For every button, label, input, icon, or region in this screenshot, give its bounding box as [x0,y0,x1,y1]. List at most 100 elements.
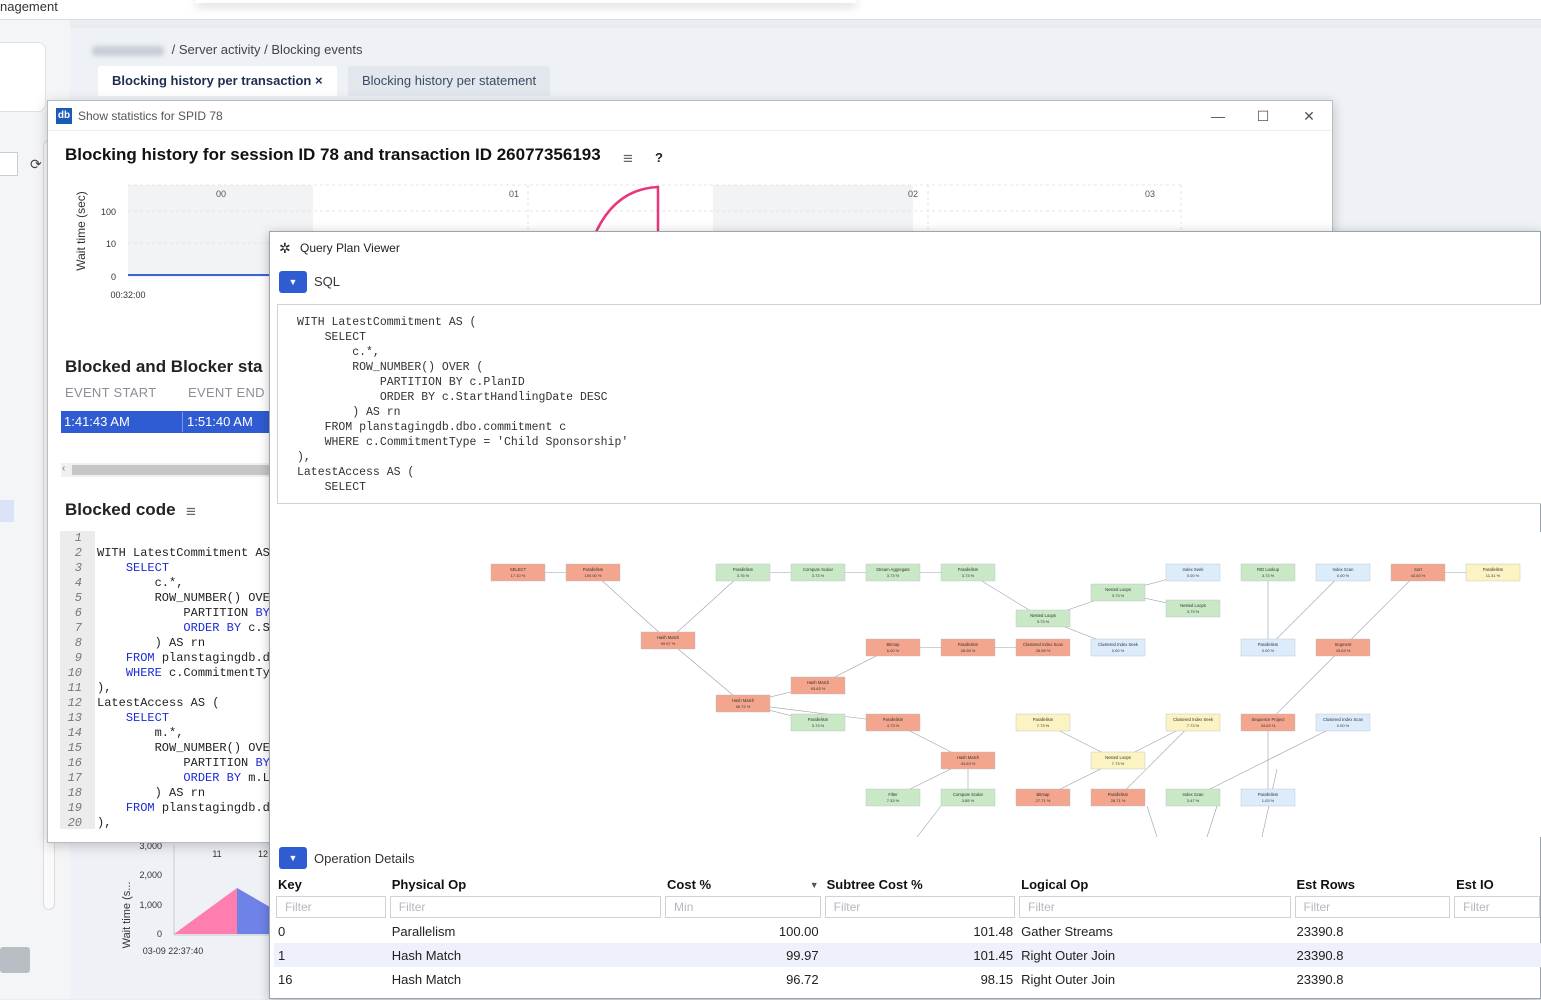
sidebar-input[interactable] [0,152,18,176]
filter-est-io-input[interactable]: Filter [1454,896,1540,918]
plan-node[interactable]: Nested Loops3.73 % [1090,583,1146,602]
plan-edge [916,805,942,837]
help-icon[interactable]: ? [655,150,663,165]
filter-subtree-cost-input[interactable]: Filter [824,896,1016,918]
scroll-left-icon[interactable]: ‹ [62,463,65,474]
scrollbar-thumb[interactable] [72,465,292,475]
plan-node[interactable]: Clustered Index Scan28.95 % [1015,638,1071,657]
plan-node[interactable]: Bitmap6.00 % [865,638,921,657]
cell-est-io [1452,943,1541,967]
plan-node[interactable]: Nested Loops3.73 % [1165,599,1221,618]
operation-details-toggle-button[interactable]: ▼ [279,847,307,869]
cell-key: 0 [278,923,286,939]
plan-node[interactable]: Parallelism28.71 % [1090,788,1146,807]
cell-logical-op: Gather Streams [1021,923,1113,939]
plan-node[interactable]: Hash Match43.63 % [940,751,996,770]
plan-node[interactable]: Index Scan3.47 % [1165,788,1221,807]
table-row[interactable]: 1 Hash Match 99.97 101.45 Right Outer Jo… [274,943,1541,967]
breadcrumb-server-activity[interactable]: Server activity [179,42,261,57]
plan-node[interactable]: SELECT17.10 % [490,563,546,582]
hamburger-menu-icon[interactable]: ≡ [186,502,196,522]
plan-node[interactable]: Parallelism7.73 % [1015,713,1071,732]
plan-node[interactable]: Parallelism4.73 % [865,713,921,732]
chat-icon[interactable] [0,947,30,973]
plan-node-name: Clustered Index Scan [1023,642,1064,647]
plan-node[interactable]: Compute Scalar3.85 % [940,788,996,807]
plan-node[interactable]: Parallelism3.76 % [715,563,771,582]
plan-node[interactable]: Clustered Index Seek0.00 % [1090,638,1146,657]
plan-node[interactable]: Nested Loops7.73 % [1090,751,1146,770]
col-physical-op[interactable]: Physical Op [388,874,663,895]
plan-node[interactable]: Parallelism1.03 % [1240,788,1296,807]
plan-node-cost: 0.00 % [1187,573,1200,578]
sql-toggle-button[interactable]: ▼ [279,271,307,293]
code-text: ROW_NUMBER() OVE [97,741,270,756]
close-button[interactable]: ✕ [1294,105,1324,127]
sql-text: WITH LatestCommitment AS ( SELECT c.*, R… [297,316,629,494]
col-est-rows[interactable]: Est Rows [1293,874,1453,895]
plan-node[interactable]: Index Seek0.00 % [1165,563,1221,582]
col-logical-op[interactable]: Logical Op [1017,874,1292,895]
filter-cost-min-input[interactable]: Min [665,896,821,918]
col-event-end[interactable]: EVENT END [188,385,265,400]
plan-node[interactable]: Nested Loops3.73 % [1015,609,1071,628]
bg-wait-chart: Wait time (s... 3,000 2,000 1,000 0 11 1… [121,841,275,956]
code-text: ORDER BY c.S [97,621,269,636]
plan-node[interactable]: Parallelism3.73 % [940,563,996,582]
chart-top-tick: 02 [908,189,918,199]
query-plan-diagram[interactable]: SELECT17.10 % Parallelism100.00 % Hash Mat… [277,532,1541,837]
sql-text-panel[interactable]: WITH LatestCommitment AS ( SELECT c.*, R… [277,304,1541,504]
refresh-icon[interactable]: ⟳ [30,156,42,173]
plan-node[interactable]: Parallelism28.95 % [940,638,996,657]
plan-node[interactable]: Hash Match93.63 % [790,676,846,695]
plan-node[interactable]: Sequence Project43.63 % [1240,713,1296,732]
plan-node[interactable]: Bitmap27.71 % [1015,788,1071,807]
tab-close-icon[interactable]: × [315,73,323,88]
tab-blocking-per-statement[interactable]: Blocking history per statement [348,66,551,96]
plan-node[interactable]: Index Scan0.00 % [1315,563,1371,582]
plan-node[interactable]: Parallelism3.73 % [790,713,846,732]
table-row[interactable]: 0 Parallelism 100.00 101.48 Gather Strea… [274,919,1541,943]
hamburger-menu-icon[interactable]: ≡ [623,149,633,169]
filter-est-rows-input[interactable]: Filter [1294,896,1451,918]
tab-blocking-per-transaction[interactable]: Blocking history per transaction × [98,66,337,96]
minimize-button[interactable]: — [1203,105,1233,127]
plan-node[interactable]: Segment43.63 % [1315,638,1371,657]
plan-edge [1267,647,1344,723]
plan-node[interactable]: Clustered Index Seek7.73 % [1165,713,1221,732]
plan-node[interactable]: Parallelism100.00 % [565,563,621,582]
col-subtree-cost[interactable]: Subtree Cost % [823,874,1018,895]
plan-node[interactable]: Parallelism0.00 % [1240,638,1296,657]
plan-node[interactable]: Hash Match96.72 % [715,694,771,713]
filter-physical-op-input[interactable]: Filter [389,896,662,918]
sidebar-selected-item[interactable] [0,500,14,522]
sql-section-label: SQL [314,274,341,289]
filter-key-input[interactable]: Filter [276,896,386,918]
sort-desc-icon[interactable]: ▼ [810,880,819,890]
table-row[interactable]: 16 Hash Match 96.72 98.15 Right Outer Jo… [274,967,1541,991]
col-key[interactable]: Key [274,874,388,895]
plan-node-cost: 3.76 % [737,573,750,578]
plan-node[interactable]: Sort43.63 % [1390,563,1446,582]
cell-est-io [1452,967,1541,991]
plan-node[interactable]: Compute Scalar3.73 % [790,563,846,582]
col-est-io[interactable]: Est IO [1452,874,1541,895]
filter-logical-op-input[interactable]: Filter [1019,896,1291,918]
bg-chart-xtick: 11 [212,849,221,859]
chart-top-tick: 01 [509,189,519,199]
plan-edge [667,572,744,641]
col-event-start[interactable]: EVENT START [65,385,156,400]
col-cost-label: Cost % [667,877,712,892]
plan-node[interactable]: Filter7.33 % [865,788,921,807]
plan-node[interactable]: Hash Match99.97 % [640,631,696,650]
plan-node-cost: 7.33 % [887,798,900,803]
plan-node[interactable]: Stream Aggregate3.73 % [865,563,921,582]
plan-node[interactable]: Clustered Index Scan0.00 % [1315,713,1371,732]
maximize-button[interactable]: ☐ [1248,105,1278,127]
col-cost[interactable]: Cost % ▼ [663,874,823,895]
app-title: nagement [0,0,58,14]
plan-node-name: Parallelism [958,642,979,647]
plan-node[interactable]: Parallelism11.31 % [1465,563,1521,582]
plan-node[interactable]: RID Lookup3.73 % [1240,563,1296,582]
plan-node-name: Index Scan [1183,792,1205,797]
